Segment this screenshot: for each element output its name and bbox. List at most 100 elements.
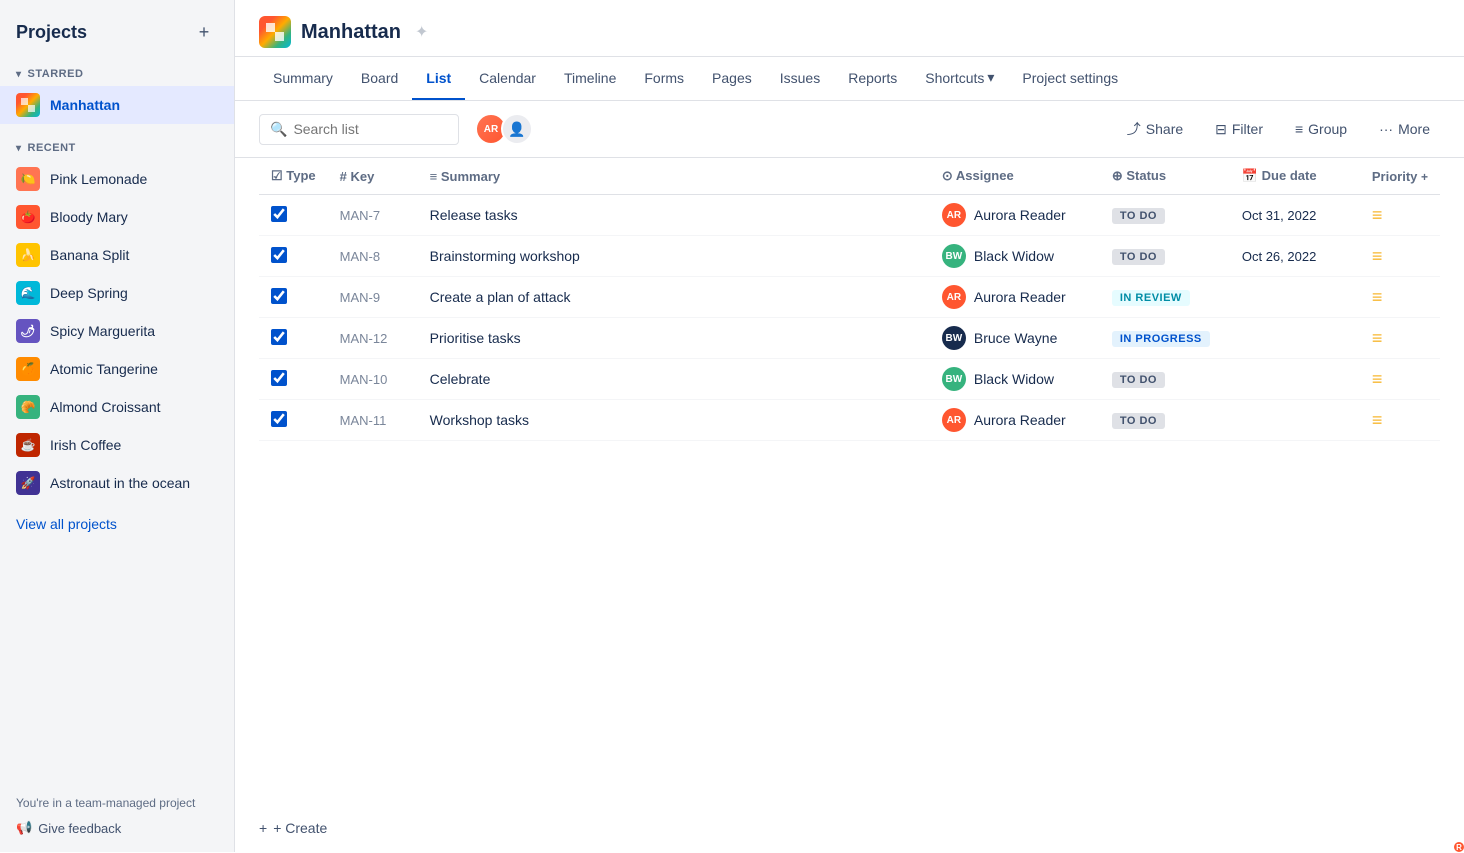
- sidebar-item-deep-spring[interactable]: 🌊 Deep Spring: [0, 274, 234, 312]
- row-summary-cell: Create a plan of attack: [418, 277, 930, 318]
- create-button[interactable]: + + Create: [259, 814, 327, 842]
- bloody-mary-icon: 🍅: [16, 205, 40, 229]
- tab-project-settings[interactable]: Project settings: [1008, 58, 1132, 100]
- sidebar-item-pink-lemonade[interactable]: 🍋 Pink Lemonade: [0, 160, 234, 198]
- tab-timeline[interactable]: Timeline: [550, 58, 630, 100]
- row-checkbox[interactable]: [271, 247, 287, 263]
- task-key[interactable]: MAN-12: [340, 331, 388, 346]
- row-type-cell: [259, 236, 328, 277]
- tab-reports[interactable]: Reports: [834, 58, 911, 100]
- irish-coffee-icon: ☕: [16, 433, 40, 457]
- row-priority-cell: ≡: [1360, 318, 1440, 359]
- row-checkbox[interactable]: [271, 288, 287, 304]
- status-badge[interactable]: IN PROGRESS: [1112, 331, 1210, 347]
- add-member-button[interactable]: 👤: [501, 113, 533, 145]
- sidebar-item-manhattan[interactable]: Manhattan: [0, 86, 234, 124]
- row-status-cell: TO DO: [1100, 359, 1230, 400]
- sidebar-item-label: Banana Split: [50, 247, 129, 263]
- task-summary: Workshop tasks: [430, 412, 529, 428]
- sidebar-item-spicy-marguerita[interactable]: 🌶 Spicy Marguerita: [0, 312, 234, 350]
- tab-summary[interactable]: Summary: [259, 58, 347, 100]
- sidebar-item-banana-split[interactable]: 🍌 Banana Split: [0, 236, 234, 274]
- row-key-cell: MAN-12: [328, 318, 418, 359]
- task-table-container: ☑ Type # Key ≡ Summary ⊙ Assignee ⊕ Stat…: [235, 158, 1464, 804]
- col-header-key: # Key: [328, 158, 418, 195]
- create-label: + Create: [273, 820, 327, 836]
- spicy-marguerita-icon: 🌶: [16, 319, 40, 343]
- row-checkbox[interactable]: [271, 370, 287, 386]
- atomic-tangerine-icon: 🍊: [16, 357, 40, 381]
- more-button[interactable]: ··· More: [1369, 115, 1440, 143]
- sidebar-item-atomic-tangerine[interactable]: 🍊 Atomic Tangerine: [0, 350, 234, 388]
- tab-forms[interactable]: Forms: [630, 58, 698, 100]
- sidebar-item-bloody-mary[interactable]: 🍅 Bloody Mary: [0, 198, 234, 236]
- row-priority-cell: ≡: [1360, 195, 1440, 236]
- sidebar-item-irish-coffee[interactable]: ☕ Irish Coffee: [0, 426, 234, 464]
- status-badge[interactable]: TO DO: [1112, 413, 1165, 429]
- row-key-cell: MAN-9: [328, 277, 418, 318]
- search-input[interactable]: [293, 121, 448, 137]
- row-type-cell: [259, 318, 328, 359]
- add-project-button[interactable]: +: [190, 18, 218, 46]
- search-box[interactable]: 🔍: [259, 114, 459, 145]
- row-assignee-cell: BW Bruce Wayne: [930, 318, 1100, 359]
- sidebar-item-label-manhattan: Manhattan: [50, 97, 120, 113]
- status-badge[interactable]: TO DO: [1112, 372, 1165, 388]
- tab-issues[interactable]: Issues: [766, 58, 834, 100]
- manhattan-icon: [16, 93, 40, 117]
- assignee-name: Aurora Reader: [974, 412, 1066, 428]
- row-status-cell: TO DO: [1100, 236, 1230, 277]
- task-key[interactable]: MAN-8: [340, 249, 380, 264]
- row-duedate-cell: [1230, 277, 1360, 318]
- project-logo: [259, 16, 291, 48]
- due-date: Oct 26, 2022: [1242, 249, 1316, 264]
- share-button[interactable]: ⤴ Share: [1117, 113, 1193, 145]
- pink-lemonade-icon: 🍋: [16, 167, 40, 191]
- shortcuts-chevron-icon: ▾: [987, 69, 994, 86]
- row-priority-cell: ≡: [1360, 277, 1440, 318]
- col-header-duedate: 📅 Due date: [1230, 158, 1360, 195]
- tab-board[interactable]: Board: [347, 58, 412, 100]
- row-checkbox[interactable]: [271, 206, 287, 222]
- row-type-cell: [259, 277, 328, 318]
- tab-pages[interactable]: Pages: [698, 58, 766, 100]
- task-key[interactable]: MAN-11: [340, 413, 387, 428]
- assignee-name: Black Widow: [974, 371, 1054, 387]
- row-assignee-cell: AR Aurora Reader: [930, 277, 1100, 318]
- starred-section-header[interactable]: ▾ STARRED: [0, 62, 234, 86]
- sidebar-item-astronaut-ocean[interactable]: 🚀 Astronaut in the ocean: [0, 464, 234, 502]
- sidebar-footer: You're in a team-managed project 📢 Give …: [0, 780, 234, 852]
- tab-shortcuts[interactable]: Shortcuts ▾: [911, 57, 1008, 100]
- sidebar-header: Projects +: [0, 0, 234, 56]
- status-badge[interactable]: IN REVIEW: [1112, 290, 1190, 306]
- col-header-priority[interactable]: Priority +: [1360, 158, 1440, 195]
- assignee-avatar: BW: [942, 367, 966, 391]
- row-summary-cell: Release tasks: [418, 195, 930, 236]
- tab-calendar[interactable]: Calendar: [465, 58, 550, 100]
- filter-label: Filter: [1232, 121, 1263, 137]
- row-checkbox[interactable]: [271, 411, 287, 427]
- give-feedback-button[interactable]: 📢 Give feedback: [16, 820, 121, 836]
- status-badge[interactable]: TO DO: [1112, 208, 1165, 224]
- priority-icon: ≡: [1372, 328, 1383, 348]
- row-checkbox[interactable]: [271, 329, 287, 345]
- toolbar: 🔍 AR R 👤 ⤴ Share ⊟ Filter ≡ Group ···: [235, 101, 1464, 158]
- filter-button[interactable]: ⊟ Filter: [1205, 115, 1273, 144]
- sidebar-item-almond-croissant[interactable]: 🥐 Almond Croissant: [0, 388, 234, 426]
- recent-chevron-icon: ▾: [16, 143, 22, 154]
- sidebar-title: Projects: [16, 22, 87, 43]
- task-key[interactable]: MAN-7: [340, 208, 380, 223]
- table-row: MAN-11 Workshop tasks AR Aurora Reader T…: [259, 400, 1440, 441]
- recent-section-header[interactable]: ▾ RECENT: [0, 136, 234, 160]
- megaphone-icon: 📢: [16, 820, 32, 836]
- tab-list[interactable]: List: [412, 58, 465, 100]
- status-badge[interactable]: TO DO: [1112, 249, 1165, 265]
- add-member-icon: 👤: [508, 121, 525, 138]
- row-key-cell: MAN-10: [328, 359, 418, 400]
- star-icon[interactable]: ✦: [415, 22, 428, 42]
- task-key[interactable]: MAN-9: [340, 290, 380, 305]
- view-all-projects-link[interactable]: View all projects: [0, 508, 234, 540]
- group-button[interactable]: ≡ Group: [1285, 115, 1357, 143]
- row-type-cell: [259, 359, 328, 400]
- task-key[interactable]: MAN-10: [340, 372, 388, 387]
